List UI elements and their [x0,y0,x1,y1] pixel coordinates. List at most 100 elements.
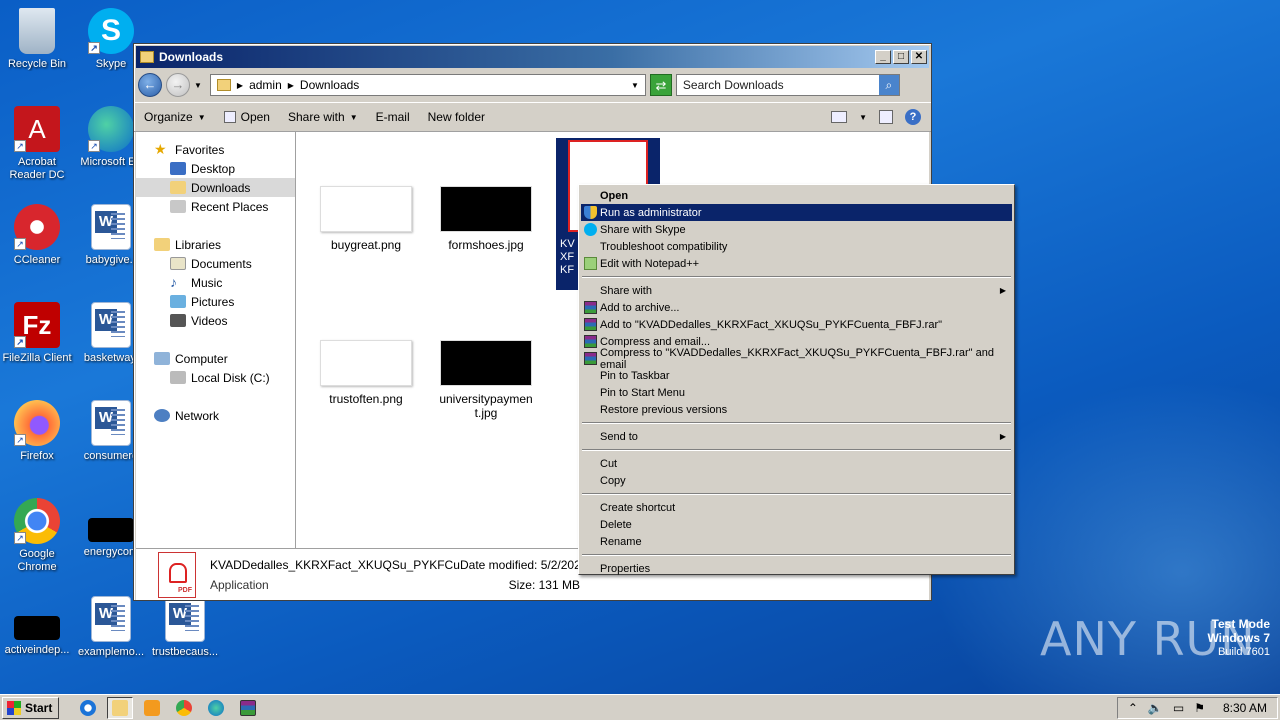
help-icon[interactable]: ? [905,109,921,125]
file-item[interactable]: formshoes.jpg [431,186,541,252]
menu-item-run-as-administrator[interactable]: Run as administrator [581,204,1012,221]
action-center-flag-icon[interactable]: ⚑ [1194,701,1205,715]
winrar-icon [584,318,597,331]
desktop-icon-ccleaner[interactable]: ↗ CCleaner [0,204,74,267]
minimize-button[interactable]: _ [875,50,891,64]
nav-local-disk[interactable]: Local Disk (C:) [136,368,295,387]
show-hidden-icons-icon[interactable]: ⌃ [1128,701,1138,715]
menu-item-add-to-archive[interactable]: Add to archive... [581,299,1012,316]
firefox-icon: ↗ [14,400,60,446]
breadcrumb-admin[interactable]: admin [249,78,282,92]
menu-item-troubleshoot-compatibility[interactable]: Troubleshoot compatibility [581,238,1012,255]
taskbar-ie[interactable] [75,697,101,719]
file-item[interactable]: universitypayment.jpg [431,340,541,420]
maximize-button[interactable]: □ [893,50,909,64]
address-dropdown-icon[interactable]: ▼ [631,81,639,90]
menu-item-compress-to-rar-and-email[interactable]: Compress to "KVADDedalles_KKRXFact_XKUQS… [581,347,1012,371]
menu-item-copy[interactable]: Copy [581,472,1012,489]
menu-item-send-to[interactable]: Send to ▶ [581,428,1012,445]
close-button[interactable]: ✕ [911,50,927,64]
desktop-icon-examplemo[interactable]: examplemo... [74,596,148,659]
window-title: Downloads [159,50,224,64]
menu-item-pin-to-start-menu[interactable]: Pin to Start Menu [581,384,1012,401]
taskbar-winrar[interactable] [235,697,261,719]
change-view-icon[interactable] [831,111,848,123]
desktop-icon-acrobat[interactable]: A ↗ Acrobat Reader DC [0,106,74,182]
email-button[interactable]: E-mail [376,110,410,124]
nav-favorites[interactable]: ★ Favorites [136,140,295,159]
menu-separator [582,554,1011,556]
nav-libraries[interactable]: Libraries [136,235,295,254]
desktop-icon-recycle-bin[interactable]: Recycle Bin [0,8,74,71]
desktop-icon-trustbecaus[interactable]: trustbecaus... [148,596,222,659]
black-thumbnail-icon [14,616,60,640]
menu-item-rename[interactable]: Rename [581,533,1012,550]
nav-documents[interactable]: Documents [136,254,295,273]
refresh-button[interactable]: ⇄ [649,74,672,96]
word-document-icon [91,596,131,642]
desktop-icon-activeindep[interactable]: activeindep... [0,596,74,657]
recycle-bin-icon [19,8,55,54]
nav-recent-places[interactable]: Recent Places [136,197,295,216]
file-item[interactable]: buygreat.png [311,186,421,252]
address-bar[interactable]: ▶ admin ▶ Downloads ▼ [209,74,646,96]
chrome-icon: ↗ [14,498,60,544]
edge-icon [208,699,225,716]
back-button[interactable]: ← [138,73,162,97]
nav-computer[interactable]: Computer [136,349,295,368]
new-folder-button[interactable]: New folder [428,110,485,124]
desktop-icon-firefox[interactable]: ↗ Firefox [0,400,74,463]
taskbar-explorer[interactable] [107,696,134,719]
menu-item-create-shortcut[interactable]: Create shortcut [581,499,1012,516]
menu-item-share-with[interactable]: Share with ▶ [581,282,1012,299]
folder-icon [112,699,129,716]
edge-icon: ↗ [88,106,134,152]
menu-item-properties[interactable]: Properties [581,560,1012,577]
uac-shield-icon [584,206,597,219]
menu-item-restore-previous-versions[interactable]: Restore previous versions [581,401,1012,418]
menu-item-edit-with-notepad[interactable]: Edit with Notepad++ [581,255,1012,272]
breadcrumb-downloads[interactable]: Downloads [300,78,359,92]
preview-pane-icon[interactable] [879,110,893,124]
nav-downloads[interactable]: Downloads [136,178,295,197]
nav-pictures[interactable]: Pictures [136,292,295,311]
volume-icon[interactable]: 🔈 [1148,701,1163,715]
recent-pages-chevron-down-icon[interactable]: ▼ [194,81,202,90]
organize-button[interactable]: Organize ▼ [144,110,206,124]
documents-icon [170,257,186,270]
taskbar-chrome[interactable] [171,697,197,719]
taskbar-edge[interactable] [203,697,229,719]
forward-button[interactable]: → [166,73,190,97]
nav-network[interactable]: Network [136,406,295,425]
menu-item-cut[interactable]: Cut [581,455,1012,472]
search-icon[interactable]: ⌕ [878,75,899,95]
desktop-icon-chrome[interactable]: ↗ Google Chrome [0,498,74,574]
open-button[interactable]: Open [223,110,270,124]
network-tray-icon[interactable]: ▭ [1173,701,1184,715]
desktop-icon-filezilla[interactable]: Fz ↗ FileZilla Client [0,302,74,365]
share-with-button[interactable]: Share with ▼ [288,110,358,124]
nav-desktop[interactable]: Desktop [136,159,295,178]
menu-item-open[interactable]: Open [581,187,1012,204]
menu-item-pin-to-taskbar[interactable]: Pin to Taskbar [581,367,1012,384]
nav-videos[interactable]: Videos [136,311,295,330]
menu-item-add-to-rar[interactable]: Add to "KVADDedalles_KKRXFact_XKUQSu_PYK… [581,316,1012,333]
breadcrumb-separator-icon[interactable]: ▶ [237,81,243,90]
drive-icon [170,371,186,384]
file-item[interactable]: trustoften.png [311,340,421,406]
menu-separator [582,276,1011,278]
nav-music[interactable]: ♪ Music [136,273,295,292]
start-button[interactable]: Start [2,696,60,719]
pdf-file-icon [158,551,196,598]
search-input[interactable]: Search Downloads ⌕ [675,74,900,96]
view-options-chevron-down-icon[interactable]: ▼ [859,113,867,122]
menu-item-share-with-skype[interactable]: Share with Skype [581,221,1012,238]
clock[interactable]: 8:30 AM [1223,701,1267,715]
image-thumbnail [320,186,412,232]
filezilla-icon: Fz ↗ [14,302,60,348]
window-titlebar[interactable]: Downloads _ □ ✕ [136,46,929,68]
image-thumbnail [320,340,412,386]
breadcrumb-separator-icon[interactable]: ▶ [288,81,294,90]
menu-item-delete[interactable]: Delete [581,516,1012,533]
taskbar-media-player[interactable] [139,697,165,719]
